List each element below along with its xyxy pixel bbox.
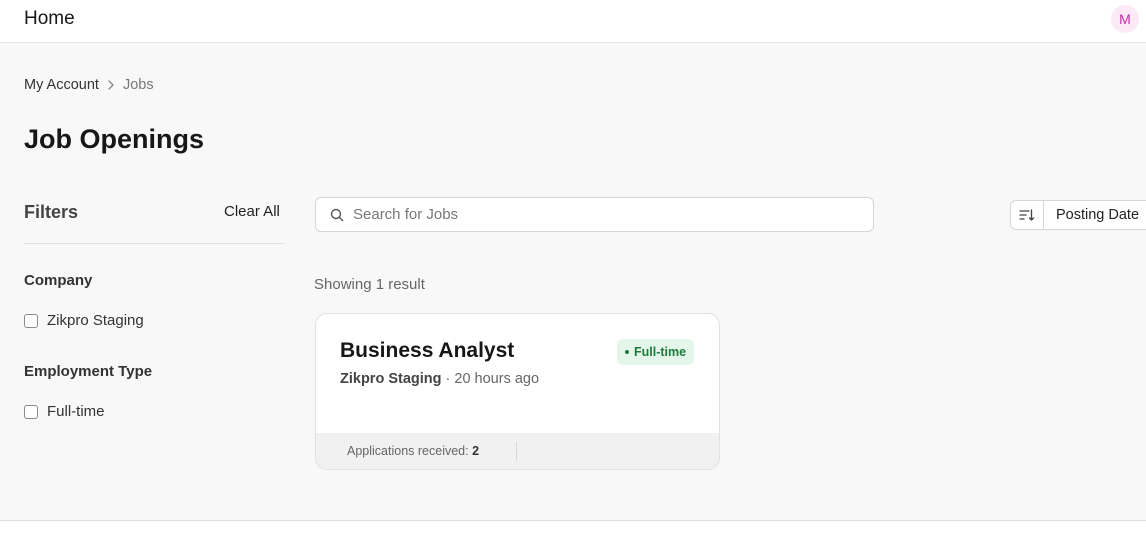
search-input[interactable] (353, 206, 833, 223)
job-search-bar[interactable] (315, 197, 874, 232)
job-card-footer: Applications received: 2 (316, 433, 719, 469)
filters-divider (24, 243, 285, 244)
filter-option-label: Zikpro Staging (47, 312, 144, 329)
applications-count: 2 (472, 444, 480, 458)
job-company: Zikpro Staging (340, 371, 442, 387)
sort-descending-icon (1019, 208, 1035, 222)
page-title: Job Openings (24, 124, 205, 154)
applications-label: Applications received: (347, 444, 469, 458)
footer-divider (516, 442, 517, 461)
badge-dot-icon (625, 350, 629, 354)
page-footer (0, 521, 1146, 542)
user-avatar[interactable]: M (1111, 5, 1139, 33)
badge-label: Full-time (634, 345, 687, 359)
filter-option-employment-type[interactable]: Full-time (24, 403, 105, 420)
top-bar: Home M (0, 0, 1146, 43)
employment-type-badge: Full-time (617, 339, 695, 365)
home-title[interactable]: Home (24, 8, 75, 30)
employment-type-checkbox[interactable] (24, 404, 38, 419)
filter-group-company-title: Company (24, 272, 93, 289)
job-title[interactable]: Business Analyst (340, 339, 514, 363)
filter-option-label: Full-time (47, 403, 105, 420)
sort-control: Posting Date (1010, 200, 1146, 230)
sort-order-button[interactable] (1011, 201, 1044, 229)
breadcrumb-my-account[interactable]: My Account (24, 77, 99, 93)
job-posted-time: · 20 hours ago (445, 371, 540, 387)
breadcrumb-jobs: Jobs (122, 77, 154, 93)
clear-all-button[interactable]: Clear All (224, 203, 280, 220)
job-card[interactable]: Business Analyst Full-time Zikpro Stagin… (315, 313, 720, 470)
filter-group-employment-type-title: Employment Type (24, 363, 153, 380)
sort-field-select[interactable]: Posting Date (1044, 207, 1139, 223)
breadcrumb: My Account Jobs (24, 77, 154, 93)
filter-option-company[interactable]: Zikpro Staging (24, 312, 144, 329)
chevron-right-icon (107, 80, 115, 90)
result-count: Showing 1 result (314, 276, 425, 293)
job-meta: Zikpro Staging · 20 hours ago (340, 371, 539, 387)
company-checkbox[interactable] (24, 313, 38, 328)
filters-title: Filters (24, 202, 79, 222)
applications-received: Applications received: 2 (347, 444, 479, 458)
search-icon (330, 208, 344, 222)
